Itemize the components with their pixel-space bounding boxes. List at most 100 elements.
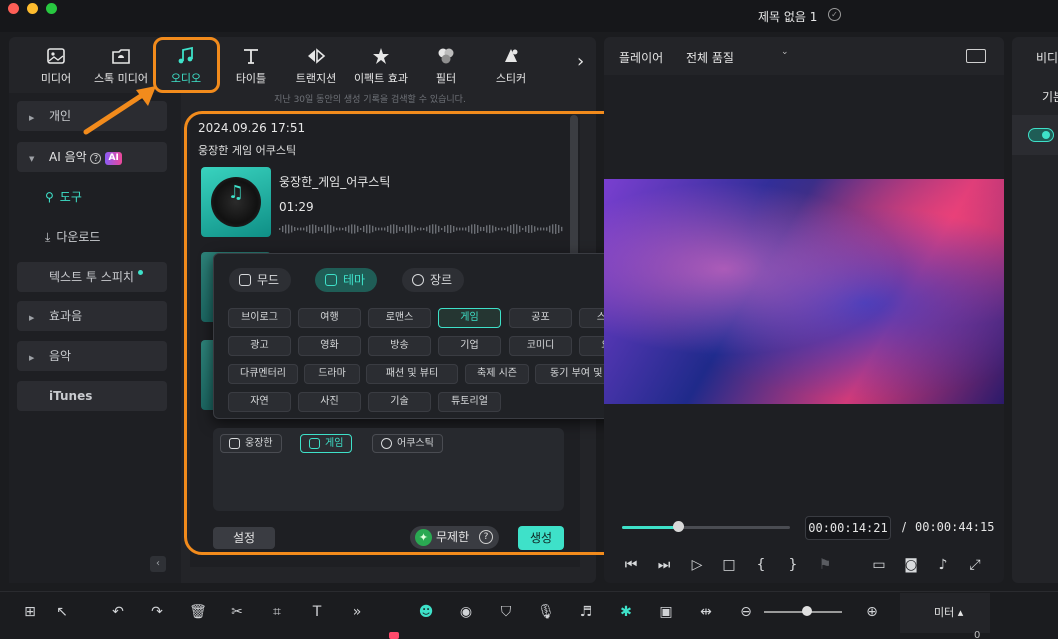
help-icon[interactable]: ?	[90, 153, 102, 164]
layout-icon[interactable]: ⊞	[21, 603, 39, 621]
properties-tab-video[interactable]: 비디	[1036, 49, 1058, 66]
toolbar-label: 타이틀	[235, 72, 267, 85]
property-toggle[interactable]	[1028, 128, 1054, 142]
toolbar-label: 트랜지션	[295, 72, 337, 85]
toolbar-label: 스티커	[495, 72, 527, 85]
zoom-slider-handle[interactable]	[802, 606, 812, 616]
tool-key-icon: ⚲	[45, 190, 54, 204]
toolbar-label: 이펙트 효과	[353, 72, 409, 85]
toolbar-filters[interactable]: 필터	[411, 37, 481, 93]
total-duration: 00:00:44:15	[915, 520, 995, 534]
current-timecode[interactable]: 00:00:14:21	[805, 516, 891, 540]
delete-icon[interactable]: 🗑	[189, 603, 207, 621]
player-header	[604, 37, 1004, 75]
ai-music-panel-highlight	[184, 111, 673, 555]
sidebar-item-tools[interactable]: ⚲ 도구	[45, 188, 82, 205]
project-title: 제목 없음 1	[758, 10, 818, 24]
minimize-window-button[interactable]	[27, 3, 38, 14]
expand-triangle-icon: ▶	[29, 314, 35, 322]
cut-icon[interactable]: ✂	[228, 603, 246, 621]
toolbar-effects[interactable]: 이펙트 효과	[346, 37, 416, 93]
sidebar-item-label: 도구	[59, 190, 82, 204]
next-frame-icon[interactable]: ⏭	[655, 556, 673, 574]
sticker-icon	[505, 49, 518, 62]
download-icon: ⤓	[45, 230, 51, 244]
transition-icon	[308, 48, 326, 64]
toggle-knob	[1042, 131, 1050, 139]
shield-icon[interactable]: ⛉	[497, 603, 515, 621]
sidebar-item-sound-effects[interactable]: ▶ 효과음	[17, 301, 167, 331]
sidebar-item-download[interactable]: ⤓ 다운로드	[45, 228, 100, 245]
effects-icon	[373, 48, 389, 64]
ai-assistant-icon[interactable]: ☻	[417, 603, 435, 621]
more-tools-icon[interactable]: »	[348, 603, 366, 621]
microphone-icon[interactable]: 🎙	[537, 603, 555, 621]
previous-frame-icon[interactable]: ⏮	[622, 556, 640, 574]
video-preview[interactable]	[604, 179, 1004, 404]
snapshot-icon[interactable]: ◙	[902, 556, 920, 574]
playback-progress-handle[interactable]	[673, 521, 684, 532]
sidebar-item-label: iTunes	[49, 389, 93, 403]
quality-select[interactable]: 전체 품질	[686, 49, 734, 66]
media-icon	[47, 48, 65, 64]
chevron-down-icon[interactable]: ⌄	[781, 47, 789, 57]
title-bar	[0, 0, 1058, 32]
motion-icon[interactable]: ◉	[457, 603, 475, 621]
clip-icon[interactable]: ▣	[657, 603, 675, 621]
close-window-button[interactable]	[8, 3, 19, 14]
playhead-marker[interactable]	[389, 632, 399, 639]
volume-icon[interactable]: ♪	[934, 556, 952, 574]
new-dot	[137, 270, 143, 275]
zoom-in-icon[interactable]: ⊕	[863, 603, 881, 621]
sidebar-item-label: 다운로드	[56, 230, 101, 244]
fit-icon[interactable]: ⇹	[697, 603, 715, 621]
meter-toggle[interactable]: 미터 ▴	[934, 604, 963, 620]
sidebar-item-ai-music[interactable]: ▼ AI 음악 ? AI	[17, 142, 167, 172]
properties-tab-basic[interactable]: 기본	[1042, 88, 1058, 105]
toolbar-stickers[interactable]: 스티커	[476, 37, 546, 93]
audio-tab-highlight	[153, 37, 220, 93]
sidebar-item-label: 텍스트 투 스피치	[49, 270, 134, 284]
mark-in-icon[interactable]: {	[752, 556, 770, 574]
sidebar-item-itunes[interactable]: iTunes	[17, 381, 167, 411]
fullscreen-icon[interactable]: ⤢	[966, 556, 984, 574]
saved-check-icon: ✓	[828, 8, 841, 21]
maximize-window-button[interactable]	[46, 3, 57, 14]
annotation-arrow-icon	[83, 86, 156, 135]
sidebar-item-label: 효과음	[49, 309, 83, 323]
toolbar-more-chevron-icon[interactable]: ›	[577, 51, 584, 72]
stop-icon[interactable]: □	[720, 556, 738, 574]
toolbar-transitions[interactable]: 트랜지션	[281, 37, 351, 93]
play-icon[interactable]: ▷	[688, 556, 706, 574]
collapse-triangle-icon: ▼	[29, 155, 35, 163]
select-arrow-icon[interactable]: ↖	[53, 603, 71, 621]
playback-progress-fill	[622, 526, 678, 529]
text-tool-icon[interactable]: T	[308, 603, 326, 621]
ai-badge: AI	[105, 152, 122, 165]
marker-icon[interactable]: ⚑	[816, 556, 834, 574]
sidebar-item-music[interactable]: ▶ 음악	[17, 341, 167, 371]
sidebar-item-label: AI 음악	[49, 150, 87, 164]
mark-out-icon[interactable]: }	[784, 556, 802, 574]
display-settings-icon[interactable]: ▭	[870, 556, 888, 574]
toolbar-titles[interactable]: 타이틀	[216, 37, 286, 93]
meter-zero-label: 0	[974, 630, 981, 639]
expand-triangle-icon: ▶	[29, 354, 35, 362]
player-label: 플레이어	[619, 51, 664, 65]
zoom-out-icon[interactable]: ⊖	[737, 603, 755, 621]
expand-triangle-icon: ▶	[29, 114, 35, 122]
redo-icon[interactable]: ↷	[148, 603, 166, 621]
sidebar-item-label: 개인	[49, 109, 72, 123]
sidebar-item-label: 음악	[49, 349, 72, 363]
time-separator: /	[902, 520, 907, 534]
filter-icon	[438, 48, 454, 64]
history-hint: 지난 30일 동안의 생성 기록을 검색할 수 있습니다.	[274, 95, 466, 105]
collapse-sidebar-button[interactable]: ‹	[150, 556, 166, 572]
audio-track-icon[interactable]: ♬	[577, 603, 595, 621]
monitor-icon[interactable]	[966, 49, 986, 63]
sidebar-item-tts[interactable]: 텍스트 투 스피치	[17, 262, 167, 292]
toolbar-label: 필터	[435, 72, 457, 85]
undo-icon[interactable]: ↶	[109, 603, 127, 621]
crop-icon[interactable]: ⌗	[268, 603, 286, 621]
snap-icon[interactable]: ✱	[617, 603, 635, 621]
